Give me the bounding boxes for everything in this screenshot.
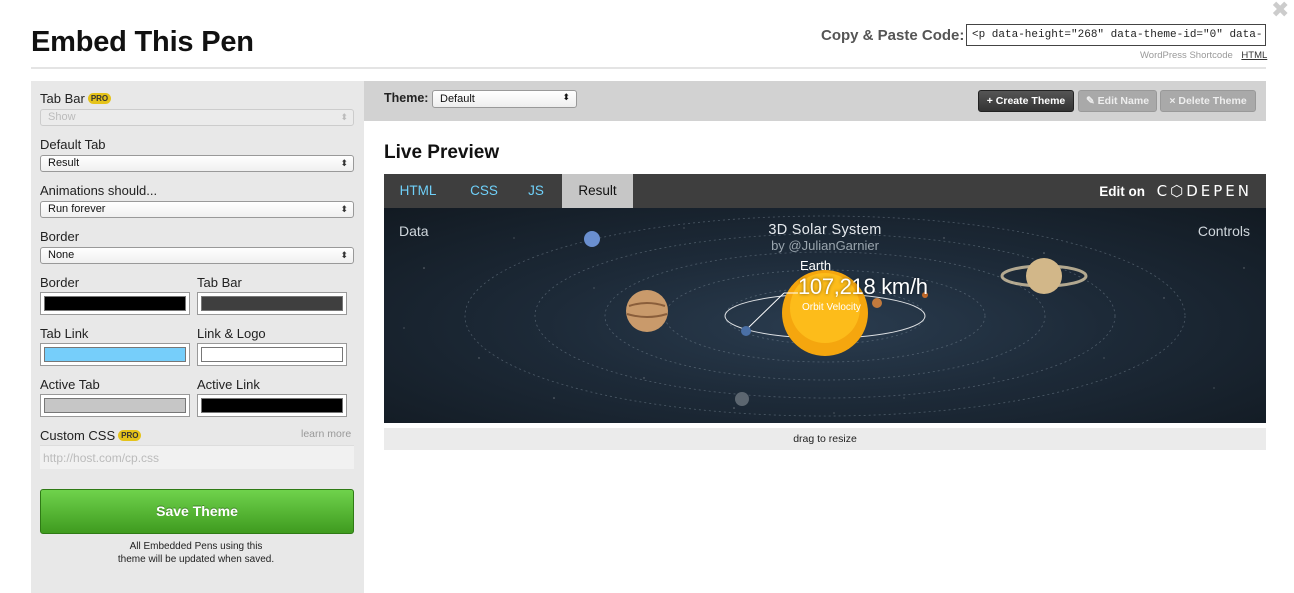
animations-label: Animations should... [40, 183, 158, 198]
planet-label: Earth [800, 258, 832, 273]
delete-theme-button[interactable]: × Delete Theme [1160, 90, 1256, 112]
save-theme-button[interactable]: Save Theme [40, 489, 354, 534]
result-preview[interactable]: Data Controls 3D Solar System by @Julian… [384, 208, 1266, 423]
code-format-links: WordPress Shortcode HTML [1140, 50, 1267, 61]
demo-title: 3D Solar System [768, 222, 882, 238]
embed-tab-bar: HTML CSS JS Result Edit on C⬡DEPEN [384, 174, 1266, 215]
earth [741, 326, 751, 336]
animations-value: Run forever [48, 203, 106, 215]
border-color-swatch[interactable] [40, 292, 190, 315]
theme-toolbar: Theme: Default ⬍ + Create Theme ✎ Edit Na… [364, 81, 1266, 121]
header-divider [31, 67, 1266, 69]
select-arrows-icon: ⬍ [562, 92, 570, 102]
default-tab-value: Result [48, 157, 80, 169]
wordpress-shortcode-link[interactable]: WordPress Shortcode [1140, 50, 1233, 61]
active-link-color-label: Active Link [197, 377, 260, 392]
theme-value: Default [440, 93, 475, 105]
theme-settings-sidebar: Tab Bar PRO Show ⬍ Default Tab Result ⬍ Ani… [31, 81, 364, 593]
tab-bar-select[interactable]: Show ⬍ [40, 109, 354, 126]
theme-label: Theme: [384, 91, 429, 105]
learn-more-link[interactable]: learn more [301, 428, 351, 440]
border-style-value: None [48, 249, 75, 261]
codepen-logo[interactable]: C⬡DEPEN [1157, 182, 1252, 200]
tab-link-color-label: Tab Link [40, 326, 89, 341]
resize-handle[interactable]: drag to resize [384, 428, 1266, 450]
jupiter [626, 290, 668, 332]
tab-bar-color-label: Tab Bar [197, 275, 242, 290]
color-fill [201, 347, 343, 362]
color-fill [44, 296, 186, 311]
custom-css-input[interactable]: http://host.com/cp.css [40, 445, 354, 469]
orbit-speed-label: Orbit Velocity [802, 302, 861, 313]
create-theme-button[interactable]: + Create Theme [978, 90, 1074, 112]
tab-js[interactable]: JS [516, 174, 556, 208]
tab-bar-label-text: Tab Bar [40, 91, 85, 106]
color-fill [44, 347, 186, 362]
tab-bar-color-swatch[interactable] [197, 292, 347, 315]
demo-subtitle: by @JulianGarnier [771, 238, 879, 253]
select-arrows-icon: ⬍ [340, 204, 348, 214]
pro-badge: PRO [118, 430, 142, 441]
border-style-label: Border [40, 229, 80, 244]
close-icon[interactable]: ✖ [1271, 0, 1289, 22]
saturn [1026, 258, 1062, 294]
default-tab-label: Default Tab [40, 137, 106, 152]
default-tab-select[interactable]: Result ⬍ [40, 155, 354, 172]
custom-css-label: Custom CSS PRO [40, 428, 142, 443]
tab-html[interactable]: HTML [384, 174, 452, 208]
live-preview-title: Live Preview [384, 142, 500, 163]
active-link-color-swatch[interactable] [197, 394, 347, 417]
embed-dialog: ✖ Embed This Pen Copy & Paste Code: <p d… [0, 0, 1294, 593]
border-color-label: Border [40, 275, 80, 290]
border-style-select[interactable]: None ⬍ [40, 247, 354, 264]
custom-css-label-text: Custom CSS [40, 428, 116, 443]
tab-css[interactable]: CSS [452, 174, 516, 208]
tab-bar-label: Tab Bar PRO [40, 91, 112, 106]
copy-code-label: Copy & Paste Code: [821, 27, 965, 44]
select-arrows-icon: ⬍ [340, 112, 348, 122]
tab-bar-value: Show [48, 111, 76, 123]
color-fill [201, 296, 343, 311]
html-link[interactable]: HTML [1241, 50, 1267, 61]
link-logo-color-label: Link & Logo [197, 326, 266, 341]
edit-on-link[interactable]: Edit on [1099, 184, 1145, 199]
color-fill [201, 398, 343, 413]
edit-name-button[interactable]: ✎ Edit Name [1078, 90, 1157, 112]
embed-code-field[interactable]: <p data-height="268" data-theme-id="0" d… [966, 24, 1266, 46]
color-fill [44, 398, 186, 413]
theme-select[interactable]: Default ⬍ [432, 90, 577, 108]
save-note: All Embedded Pens using this theme will … [117, 541, 275, 565]
select-arrows-icon: ⬍ [340, 250, 348, 260]
active-tab-color-swatch[interactable] [40, 394, 190, 417]
mercury [735, 392, 749, 406]
select-arrows-icon: ⬍ [340, 158, 348, 168]
page-title: Embed This Pen [31, 26, 254, 58]
link-logo-color-swatch[interactable] [197, 343, 347, 366]
tab-link-color-swatch[interactable] [40, 343, 190, 366]
animations-select[interactable]: Run forever ⬍ [40, 201, 354, 218]
pro-badge: PRO [87, 93, 112, 104]
orbit-speed: 107,218 km/h [798, 274, 928, 299]
tab-result[interactable]: Result [562, 174, 633, 215]
active-tab-color-label: Active Tab [40, 377, 100, 392]
